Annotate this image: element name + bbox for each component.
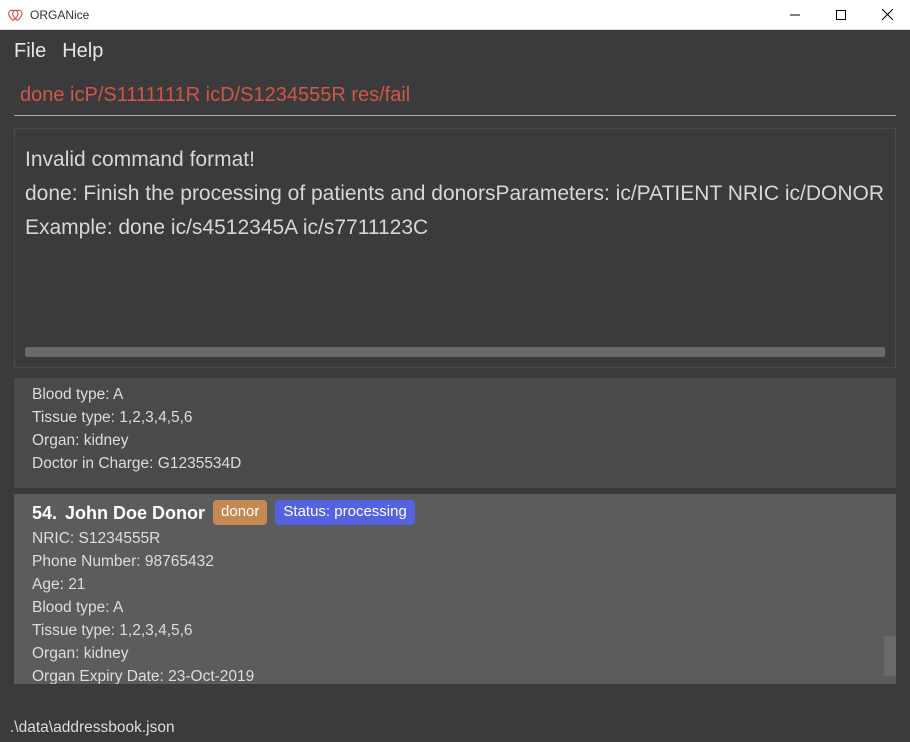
field-organ-expiry: Organ Expiry Date: 23-Oct-2019 xyxy=(32,666,878,684)
field-doctor: Doctor in Charge: G1235534D xyxy=(32,453,878,476)
tag-donor: donor xyxy=(213,500,267,525)
menu-file[interactable]: File xyxy=(14,40,46,63)
list-vertical-scrollbar[interactable] xyxy=(884,378,896,684)
app-icon xyxy=(8,8,24,22)
field-organ: Organ: kidney xyxy=(32,643,878,666)
field-organ: Organ: kidney xyxy=(32,430,878,453)
field-tissue-type: Tissue type: 1,2,3,4,5,6 xyxy=(32,407,878,430)
menu-help[interactable]: Help xyxy=(62,40,103,63)
command-input[interactable]: done icP/S1111111R icD/S1234555R res/fai… xyxy=(20,84,890,107)
status-bar: .\data\addressbook.json xyxy=(0,714,910,742)
person-card[interactable]: — — — — Blood type: A Tissue type: 1,2,3… xyxy=(14,378,896,488)
minimize-button[interactable] xyxy=(772,0,818,29)
card-index: 54. xyxy=(32,500,57,527)
maximize-button[interactable] xyxy=(818,0,864,29)
field-phone: Phone Number: 98765432 xyxy=(32,551,878,574)
result-display: Invalid command format! done: Finish the… xyxy=(14,128,896,368)
result-line: Example: done ic/s4512345A ic/s7711123C xyxy=(25,211,885,245)
field-nric: NRIC: S1234555R xyxy=(32,528,878,551)
menu-bar: File Help xyxy=(0,30,910,72)
tag-status: Status: processing xyxy=(275,500,414,525)
result-line: done: Finish the processing of patients … xyxy=(25,177,885,211)
field-age: Age: 21 xyxy=(32,574,878,597)
window-title: ORGANice xyxy=(30,8,772,22)
field-blood-type: Blood type: A xyxy=(32,384,878,407)
close-button[interactable] xyxy=(864,0,910,29)
scrollbar-thumb[interactable] xyxy=(884,636,896,676)
command-input-row: done icP/S1111111R icD/S1234555R res/fai… xyxy=(14,80,896,116)
card-header: 54. John Doe Donor donor Status: process… xyxy=(32,500,878,527)
result-line: Invalid command format! xyxy=(25,143,885,177)
status-path: .\data\addressbook.json xyxy=(10,719,175,737)
result-horizontal-scrollbar[interactable] xyxy=(25,347,885,357)
person-list: — — — — Blood type: A Tissue type: 1,2,3… xyxy=(14,378,896,684)
card-name: John Doe Donor xyxy=(65,500,205,527)
field-tissue-type: Tissue type: 1,2,3,4,5,6 xyxy=(32,620,878,643)
title-bar: ORGANice xyxy=(0,0,910,30)
window-controls xyxy=(772,0,910,29)
person-card[interactable]: 54. John Doe Donor donor Status: process… xyxy=(14,494,896,685)
field-blood-type: Blood type: A xyxy=(32,597,878,620)
